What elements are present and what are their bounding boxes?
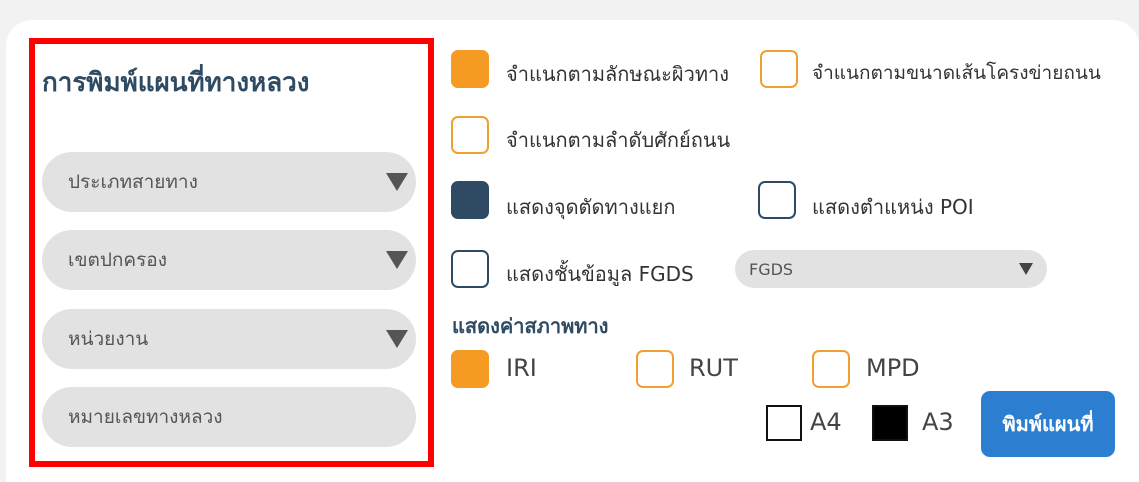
agency-select[interactable]: หน่วยงาน <box>42 309 416 369</box>
rut-checkbox[interactable] <box>636 350 674 388</box>
fgds-select-label: FGDS <box>749 259 794 279</box>
road-condition-heading: แสดงค่าสภาพทาง <box>452 314 609 338</box>
road-type-select-label: ประเภทสายทาง <box>68 171 198 193</box>
show-poi-checkbox[interactable] <box>758 181 796 219</box>
a3-label: A3 <box>922 408 954 436</box>
highway-number-placeholder: หมายเลขทางหลวง <box>68 406 223 428</box>
show-junctions-checkbox[interactable] <box>451 181 489 219</box>
highway-number-input[interactable]: หมายเลขทางหลวง <box>42 387 416 447</box>
road-type-select[interactable]: ประเภทสายทาง <box>42 152 416 212</box>
iri-checkbox[interactable] <box>451 350 489 388</box>
district-select[interactable]: เขตปกครอง <box>42 230 416 290</box>
a4-option[interactable] <box>766 405 802 441</box>
agency-select-label: หน่วยงาน <box>68 328 149 350</box>
iri-label: IRI <box>506 354 537 382</box>
classify-surface-label: จำแนกตามลักษณะผิวทาง <box>506 62 729 86</box>
show-poi-label: แสดงตำแหน่ง POI <box>812 195 974 219</box>
dropdown-arrow-icon <box>1019 263 1033 275</box>
district-select-label: เขตปกครอง <box>68 249 167 271</box>
show-junctions-label: แสดงจุดตัดทางแยก <box>506 195 676 219</box>
a4-label: A4 <box>810 408 842 436</box>
print-map-button[interactable]: พิมพ์แผนที่ <box>981 391 1115 457</box>
dropdown-arrow-icon <box>386 251 408 269</box>
panel-title: การพิมพ์แผนที่ทางหลวง <box>42 68 310 98</box>
a3-option[interactable] <box>872 405 908 441</box>
classify-road-hierarchy-label: จำแนกตามลำดับศักย์ถนน <box>506 128 731 152</box>
classify-network-size-label: จำแนกตามขนาดเส้นโครงข่ายถนน <box>812 62 1101 84</box>
show-fgds-label: แสดงชั้นข้อมูล FGDS <box>506 262 694 286</box>
mpd-label: MPD <box>866 354 920 382</box>
show-fgds-checkbox[interactable] <box>451 250 489 288</box>
mpd-checkbox[interactable] <box>812 350 850 388</box>
dropdown-arrow-icon <box>386 330 408 348</box>
classify-network-size-checkbox[interactable] <box>760 50 798 88</box>
dropdown-arrow-icon <box>386 173 408 191</box>
fgds-select[interactable]: FGDS <box>735 250 1047 288</box>
classify-road-hierarchy-checkbox[interactable] <box>451 116 489 154</box>
classify-surface-checkbox[interactable] <box>451 50 489 88</box>
rut-label: RUT <box>689 354 738 382</box>
